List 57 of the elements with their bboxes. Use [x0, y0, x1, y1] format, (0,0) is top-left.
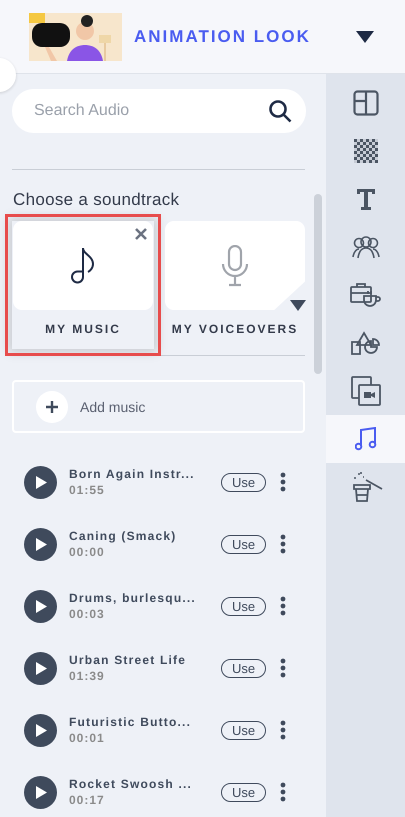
play-icon	[34, 538, 46, 550]
play-icon	[34, 600, 46, 612]
people-icon	[350, 235, 380, 259]
use-button[interactable]: Use	[221, 782, 266, 802]
microphone-icon	[221, 244, 249, 286]
play-button[interactable]	[24, 466, 57, 498]
caret-icon[interactable]	[290, 300, 306, 311]
add-music-button[interactable]: Add music	[12, 380, 305, 433]
play-button[interactable]	[24, 776, 57, 808]
more-icon[interactable]	[280, 472, 286, 492]
media-icon	[350, 376, 380, 406]
play-icon	[34, 476, 46, 488]
more-icon[interactable]	[280, 782, 286, 802]
play-button[interactable]	[24, 652, 57, 684]
use-button[interactable]: Use	[221, 472, 266, 492]
sidebar-item[interactable]	[326, 415, 405, 463]
play-button[interactable]	[24, 590, 57, 622]
more-icon[interactable]	[280, 658, 286, 678]
plus-icon	[46, 400, 58, 412]
search-icon[interactable]	[268, 99, 292, 123]
scrollbar[interactable]	[314, 194, 322, 374]
track-title: Rocket Swoosh ...	[69, 777, 194, 791]
play-icon	[34, 786, 46, 798]
track-duration: 00:01	[69, 731, 106, 745]
play-icon	[34, 724, 46, 736]
track-title: Drums, burlesqu...	[69, 591, 197, 605]
use-button[interactable]: Use	[221, 534, 266, 554]
track-title: Caning (Smack)	[69, 529, 178, 543]
more-icon[interactable]	[280, 720, 286, 740]
more-icon[interactable]	[280, 534, 286, 554]
track-title: Urban Street Life	[69, 653, 188, 667]
track-title: Born Again Instr...	[69, 467, 196, 481]
caret-icon[interactable]	[355, 30, 375, 44]
use-button[interactable]: Use	[221, 596, 266, 616]
section-title: Choose a soundtrack	[13, 190, 180, 210]
music-note-icon	[70, 246, 96, 286]
music-notes-icon	[354, 427, 376, 451]
more-icon[interactable]	[280, 596, 286, 616]
play-button[interactable]	[24, 714, 57, 746]
shapes-icon	[350, 331, 380, 355]
track-duration: 00:03	[69, 607, 106, 621]
layout-icon	[352, 90, 378, 116]
use-button[interactable]: Use	[221, 658, 266, 678]
play-icon	[34, 662, 46, 674]
close-icon[interactable]	[134, 227, 148, 241]
search-field[interactable]: Search Audio	[12, 89, 306, 133]
track-duration: 01:39	[69, 669, 106, 683]
text-icon	[356, 188, 376, 210]
use-button[interactable]: Use	[221, 720, 266, 740]
play-button[interactable]	[24, 528, 57, 560]
track-duration: 00:17	[69, 793, 106, 807]
project-title: ANIMATION LOOK	[134, 26, 311, 46]
track-duration: 01:55	[69, 483, 106, 497]
track-duration: 00:00	[69, 545, 106, 559]
briefcase-cup-icon	[350, 282, 382, 308]
track-title: Futuristic Butto...	[69, 715, 192, 729]
checkerboard-icon	[354, 139, 378, 163]
